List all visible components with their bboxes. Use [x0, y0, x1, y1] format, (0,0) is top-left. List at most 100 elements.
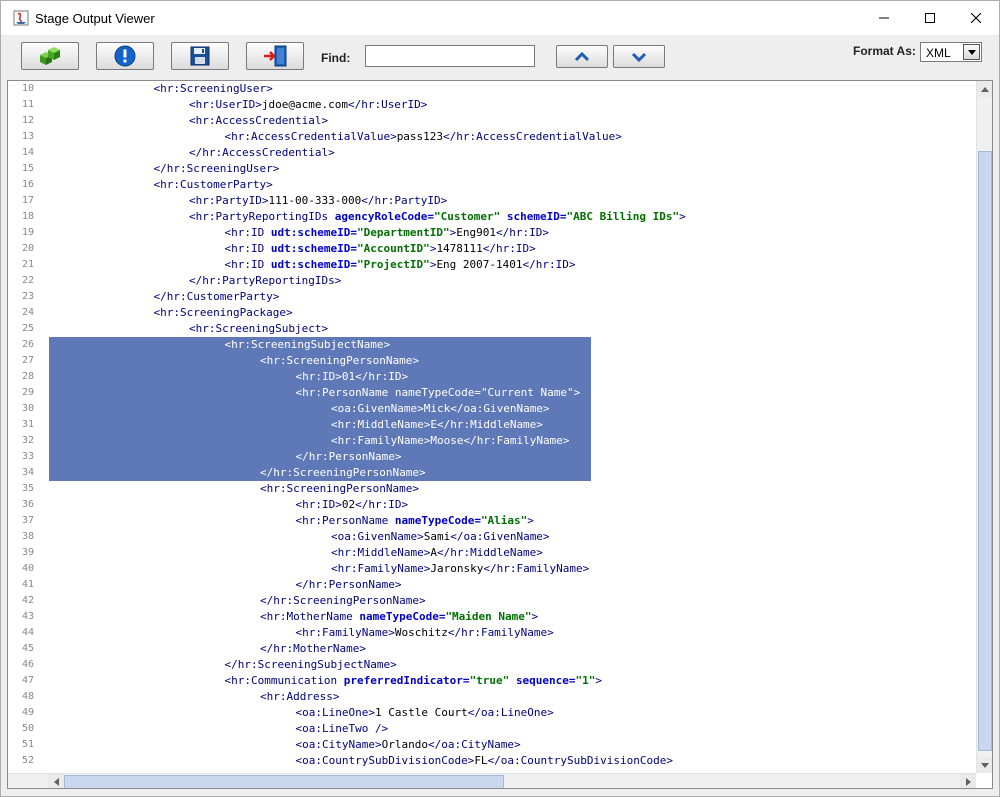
code-token: <hr:ID [224, 226, 271, 239]
code-token: <hr:ID> [295, 498, 342, 511]
code-line: </hr:ScreeningUser> [154, 161, 280, 177]
line-number: 12 [21, 115, 34, 126]
code-line: <hr:PersonName nameTypeCode="Alias"> [296, 513, 534, 529]
code-token: Jaronsky [430, 562, 484, 575]
line-number: 20 [21, 243, 34, 254]
line-number: 43 [21, 611, 34, 622]
format-select[interactable]: XML [920, 42, 982, 62]
code-token: </hr:ID> [496, 226, 550, 239]
info-button[interactable] [96, 42, 154, 70]
code-line: <hr:MiddleName>A</hr:MiddleName> [331, 545, 543, 561]
vertical-scroll-thumb[interactable] [978, 151, 992, 751]
stage-output-viewer-window: Stage Output Viewer Find: Format As: XML… [0, 0, 1000, 797]
save-button[interactable] [171, 42, 229, 70]
line-number: 16 [21, 179, 34, 190]
code-area[interactable]: <hr:ScreeningUser> <hr:UserID>jdoe@acme.c… [48, 81, 976, 773]
code-token: </oa:GivenName> [450, 402, 550, 415]
code-token: "true" [469, 674, 510, 687]
code-line: <hr:ID udt:schemeID="ProjectID">Eng 2007… [225, 257, 576, 273]
code-token: </hr:UserID> [347, 98, 428, 111]
code-token: <hr:MotherName [260, 610, 360, 623]
line-number: 10 [21, 83, 34, 94]
line-number: 14 [21, 147, 34, 158]
code-token: nameTypeCode= [359, 610, 446, 623]
scroll-up-button[interactable] [977, 81, 992, 97]
refresh-button[interactable] [21, 42, 79, 70]
code-line: <hr:ScreeningPackage> [154, 305, 293, 321]
line-number: 51 [21, 739, 34, 750]
xml-output-viewer[interactable]: 10 11 12 13 14 15 16 17 18 19 20 21 22 23 24 25 26 27 28 29… [7, 80, 993, 789]
code-token: jdoe@acme.com [261, 98, 348, 111]
format-dropdown-arrow[interactable] [963, 44, 980, 60]
code-line: <oa:GivenName>Sami</oa:GivenName> [331, 529, 550, 545]
code-token: "AccountID" [356, 242, 430, 255]
code-token: <oa:GivenName> [331, 402, 424, 415]
code-token: Eng901 [456, 226, 497, 239]
code-line: <hr:FamilyName>Woschitz</hr:FamilyName> [296, 625, 554, 641]
scroll-down-button[interactable] [977, 757, 992, 773]
find-previous-button[interactable] [556, 45, 608, 68]
line-number: 15 [21, 163, 34, 174]
find-next-button[interactable] [613, 45, 665, 68]
code-line: <hr:ScreeningPersonName> [260, 353, 419, 369]
code-token: schemeID= [506, 210, 567, 223]
scroll-left-button[interactable] [48, 774, 64, 788]
code-token: pass123 [396, 130, 444, 143]
code-line: </hr:CustomerParty> [154, 289, 280, 305]
code-token: udt:schemeID= [270, 242, 357, 255]
format-selected-value: XML [926, 46, 951, 60]
line-number: 23 [21, 291, 34, 302]
code-token: </hr:FamilyName> [483, 562, 590, 575]
code-token: <hr:FamilyName> [331, 562, 431, 575]
exit-button[interactable] [246, 42, 304, 70]
code-token: Sami [423, 530, 451, 543]
code-token: Moose [430, 434, 464, 447]
code-token: </hr:MotherName> [260, 642, 366, 655]
code-line: <hr:ID>01</hr:ID> [296, 369, 409, 385]
line-number: 17 [21, 195, 34, 206]
code-token: <hr:MiddleName> [331, 418, 431, 431]
code-token: <hr:ID> [295, 370, 342, 383]
line-number: 11 [21, 99, 34, 110]
code-token: "ABC Billing IDs" [566, 210, 680, 223]
code-token: <hr:ScreeningUser> [153, 82, 273, 95]
scroll-right-button[interactable] [960, 774, 976, 788]
horizontal-scroll-thumb[interactable] [64, 775, 504, 788]
code-line: <hr:ScreeningUser> [154, 81, 273, 97]
code-token: </hr:MiddleName> [436, 546, 543, 559]
code-token: <hr:ID [224, 242, 271, 255]
line-number: 29 [21, 387, 34, 398]
code-token: <hr:ID [224, 258, 271, 271]
java-app-icon [13, 10, 29, 26]
code-token: </hr:ID> [355, 498, 409, 511]
line-number: 35 [21, 483, 34, 494]
line-number: 28 [21, 371, 34, 382]
code-token: agencyRoleCode= [334, 210, 435, 223]
minimize-button[interactable] [861, 1, 907, 35]
code-token: <hr:ScreeningSubjectName> [224, 338, 391, 351]
code-token: </hr:AccessCredential> [189, 146, 335, 159]
code-token: <hr:PartyReportingIDs [189, 210, 335, 223]
code-token: nameTypeCode= [394, 514, 481, 527]
close-icon [971, 13, 981, 23]
line-number: 41 [21, 579, 34, 590]
line-number: 34 [21, 467, 34, 478]
code-token: </hr:PersonName> [295, 578, 402, 591]
line-number: 32 [21, 435, 34, 446]
line-number: 22 [21, 275, 34, 286]
line-number: 27 [21, 355, 34, 366]
format-as-label: Format As: [853, 44, 916, 58]
code-token: </oa:GivenName> [450, 530, 550, 543]
code-token: <oa:LineOne> [295, 706, 375, 719]
line-number: 38 [21, 531, 34, 542]
line-number: 45 [21, 643, 34, 654]
vertical-scrollbar[interactable] [976, 81, 992, 773]
line-number: 36 [21, 499, 34, 510]
close-button[interactable] [953, 1, 999, 35]
line-number: 18 [21, 211, 34, 222]
horizontal-scrollbar[interactable] [8, 773, 976, 788]
maximize-button[interactable] [907, 1, 953, 35]
floppy-disk-icon [190, 46, 210, 66]
find-input[interactable] [365, 45, 535, 67]
